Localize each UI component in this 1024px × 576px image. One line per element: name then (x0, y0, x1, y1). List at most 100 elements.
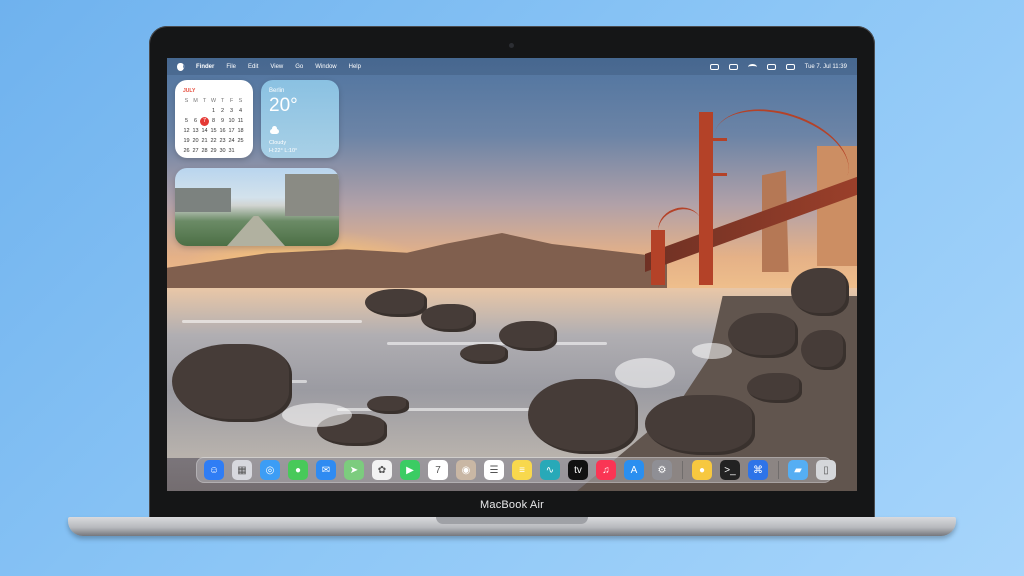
mail-icon[interactable]: ✉ (316, 460, 336, 480)
calendar-weekday: F (229, 98, 234, 104)
weather-condition: Cloudy (269, 140, 287, 146)
facetime-icon[interactable]: ▶ (400, 460, 420, 480)
rock (365, 289, 427, 317)
menu-finder[interactable]: Finder (196, 64, 214, 70)
calendar-day: 9 (220, 118, 225, 124)
menu-edit[interactable]: Edit (248, 64, 258, 70)
calendar-day (191, 107, 200, 116)
calendar-day: 17 (228, 128, 235, 134)
calendar-weekday: S (238, 98, 243, 104)
apple-icon[interactable] (177, 62, 185, 71)
calendar-day: 5 (184, 118, 189, 124)
rock (791, 268, 849, 316)
calendar-day: 4 (238, 108, 243, 114)
rock (645, 395, 755, 455)
cloud-icon (270, 126, 279, 134)
weather-range: H:22° L:10° (269, 148, 298, 154)
calendar-weekday: S (184, 98, 189, 104)
menu-bar-clock[interactable]: Tue 7. Jul 11:39 (805, 64, 847, 70)
surf-foam (282, 403, 352, 427)
weather-widget[interactable]: Berlin 20° Cloudy H:22° L:10° (261, 80, 339, 158)
rock (172, 344, 292, 422)
calendar-day: 15 (210, 128, 217, 134)
calendar-day: 23 (219, 138, 226, 144)
rock (421, 304, 476, 332)
rock (499, 321, 557, 351)
dock-separator (778, 461, 779, 479)
calendar-day (200, 107, 209, 116)
xcode-icon[interactable]: ⌘ (748, 460, 768, 480)
user-switcher-icon[interactable] (785, 63, 795, 70)
calendar-day: 28 (201, 148, 208, 154)
tv-icon[interactable]: tv (568, 460, 588, 480)
maps-icon[interactable]: ➤ (344, 460, 364, 480)
rock (801, 330, 846, 370)
surf-foam (692, 343, 732, 359)
safari-icon[interactable]: ◎ (260, 460, 280, 480)
calendar-today: 7 (200, 117, 209, 126)
calendar-day: 22 (210, 138, 217, 144)
rock (460, 344, 508, 364)
menu-file[interactable]: File (226, 64, 236, 70)
photo-building (285, 174, 339, 216)
calendar-day: 25 (237, 138, 244, 144)
weather-temperature: 20° (269, 95, 298, 116)
input-source-icon[interactable] (709, 63, 719, 70)
launchpad-icon[interactable]: ▦ (232, 460, 252, 480)
calendar-day: 6 (193, 118, 198, 124)
calendar-day: 26 (183, 148, 190, 154)
calendar-day: 30 (219, 148, 226, 154)
finder-icon[interactable]: ☺ (204, 460, 224, 480)
calendar-day: 20 (192, 138, 199, 144)
tips-icon[interactable]: ● (692, 460, 712, 480)
calendar-day: 16 (219, 128, 226, 134)
trash-icon[interactable]: ▯ (816, 460, 836, 480)
calendar-day: 29 (210, 148, 217, 154)
surf-foam (615, 358, 675, 388)
calendar-day: 13 (192, 128, 199, 134)
calendar-month: JULY (183, 88, 196, 94)
photos-icon[interactable]: ✿ (372, 460, 392, 480)
calendar-weekday: T (220, 98, 225, 104)
desktop-screen: Finder File Edit View Go Window Help Tue… (167, 58, 857, 491)
calendar-day: 27 (192, 148, 199, 154)
calendar-widget[interactable]: JULY S M T W T F S 1 2 3 4 5 6 7 8 9 10 11 12 13 14 15 16 17 18 1… (175, 80, 253, 158)
terminal-icon[interactable]: >_ (720, 460, 740, 480)
battery-icon[interactable] (728, 63, 738, 70)
calendar-day: 21 (201, 138, 208, 144)
app-store-icon[interactable]: A (624, 460, 644, 480)
calendar-day: 3 (229, 108, 234, 114)
menu-view[interactable]: View (270, 64, 283, 70)
menu-go[interactable]: Go (295, 64, 303, 70)
dock-separator (682, 461, 683, 479)
calendar-day: 24 (228, 138, 235, 144)
calendar-day (236, 147, 245, 156)
menu-help[interactable]: Help (349, 64, 361, 70)
photo-widget[interactable] (175, 168, 339, 246)
rock (728, 313, 798, 358)
wifi-icon[interactable] (747, 63, 757, 70)
rock (367, 396, 409, 414)
calendar-weekday: M (193, 98, 198, 104)
settings-icon[interactable]: ⚙ (652, 460, 672, 480)
messages-icon[interactable]: ● (288, 460, 308, 480)
calendar-day: 14 (201, 128, 208, 134)
menu-bar: Finder File Edit View Go Window Help Tue… (167, 58, 857, 75)
calendar-day: 12 (183, 128, 190, 134)
calendar-day: 10 (228, 118, 235, 124)
bridge-beam (699, 173, 727, 176)
contacts-icon[interactable]: ◉ (456, 460, 476, 480)
notes-icon[interactable]: ≡ (512, 460, 532, 480)
control-center-icon[interactable] (766, 63, 776, 70)
photo-building (175, 188, 231, 212)
reminders-icon[interactable]: ☰ (484, 460, 504, 480)
calendar-icon[interactable]: 7 (428, 460, 448, 480)
calendar-weekday: W (210, 98, 217, 104)
lid-notch (436, 517, 588, 524)
camera-icon (509, 43, 514, 48)
calendar-day: 11 (237, 118, 244, 124)
freeform-icon[interactable]: ∿ (540, 460, 560, 480)
music-icon[interactable]: ♫ (596, 460, 616, 480)
menu-window[interactable]: Window (315, 64, 336, 70)
downloads-folder-icon[interactable]: ▰ (788, 460, 808, 480)
